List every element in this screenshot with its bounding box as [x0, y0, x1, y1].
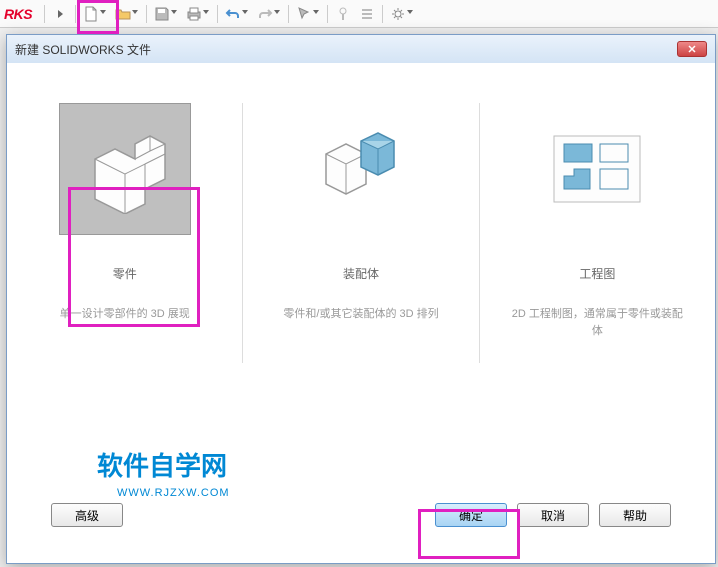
gear-icon — [390, 6, 406, 22]
ok-button[interactable]: 确定 — [435, 503, 507, 527]
options-button[interactable] — [356, 3, 378, 25]
list-icon — [359, 6, 375, 22]
expand-icon[interactable] — [49, 3, 71, 25]
print-button[interactable] — [183, 3, 213, 25]
cursor-icon — [296, 6, 312, 22]
drawing-icon-box[interactable] — [531, 103, 663, 235]
save-button[interactable] — [151, 3, 181, 25]
dialog-content: 零件 单一设计零部件的 3D 展现 装配体 零件和/或其它装配体的 3D 排列 — [7, 63, 715, 563]
separator — [217, 5, 218, 23]
option-title: 零件 — [113, 265, 137, 282]
separator — [242, 103, 243, 363]
option-drawing[interactable]: 工程图 2D 工程制图，通常属于零件或装配体 — [500, 103, 695, 487]
part-icon-box[interactable] — [59, 103, 191, 235]
undo-button[interactable] — [222, 3, 252, 25]
separator — [75, 5, 76, 23]
option-title: 工程图 — [579, 265, 615, 282]
option-title: 装配体 — [343, 265, 379, 282]
help-button[interactable]: 帮助 — [599, 503, 671, 527]
dropdown-arrow-icon — [132, 10, 139, 17]
assembly-icon-box[interactable] — [295, 103, 427, 235]
dropdown-arrow-icon — [100, 10, 107, 17]
dropdown-arrow-icon — [274, 10, 281, 17]
cancel-button[interactable]: 取消 — [517, 503, 589, 527]
new-file-button[interactable] — [80, 3, 110, 25]
separator — [327, 5, 328, 23]
part-icon — [75, 124, 175, 214]
dialog-titlebar: 新建 SOLIDWORKS 文件 — [7, 35, 715, 63]
close-icon — [687, 44, 697, 54]
new-file-dialog: 新建 SOLIDWORKS 文件 零件 单一设计零部件的 3D 展现 — [6, 34, 716, 564]
dropdown-arrow-icon — [171, 10, 178, 17]
watermark: 软件自学网 — [97, 446, 227, 483]
select-button[interactable] — [293, 3, 323, 25]
close-button[interactable] — [677, 41, 707, 57]
separator — [479, 103, 480, 363]
dropdown-arrow-icon — [203, 10, 210, 17]
option-assembly[interactable]: 装配体 零件和/或其它装配体的 3D 排列 — [263, 103, 458, 487]
watermark-url: WWW.RJZXW.COM — [117, 487, 230, 499]
dropdown-arrow-icon — [242, 10, 249, 17]
template-options: 零件 单一设计零部件的 3D 展现 装配体 零件和/或其它装配体的 3D 排列 — [27, 103, 695, 487]
option-part[interactable]: 零件 单一设计零部件的 3D 展现 — [27, 103, 222, 487]
open-folder-icon — [115, 6, 131, 22]
option-desc: 零件和/或其它装配体的 3D 排列 — [283, 306, 438, 323]
rebuild-icon — [335, 6, 351, 22]
dialog-title: 新建 SOLIDWORKS 文件 — [15, 41, 151, 58]
option-desc: 单一设计零部件的 3D 展现 — [60, 306, 190, 323]
app-logo: RKS — [4, 6, 32, 22]
undo-icon — [225, 6, 241, 22]
separator — [288, 5, 289, 23]
main-toolbar: RKS — [0, 0, 718, 28]
drawing-icon — [552, 134, 642, 204]
new-file-icon — [83, 6, 99, 22]
print-icon — [186, 6, 202, 22]
redo-icon — [257, 6, 273, 22]
dropdown-arrow-icon — [407, 10, 414, 17]
separator — [146, 5, 147, 23]
assembly-icon — [316, 129, 406, 209]
open-file-button[interactable] — [112, 3, 142, 25]
separator — [44, 5, 45, 23]
separator — [382, 5, 383, 23]
save-icon — [154, 6, 170, 22]
advanced-button[interactable]: 高级 — [51, 503, 123, 527]
settings-button[interactable] — [387, 3, 417, 25]
dropdown-arrow-icon — [313, 10, 320, 17]
redo-button[interactable] — [254, 3, 284, 25]
option-desc: 2D 工程制图，通常属于零件或装配体 — [510, 306, 685, 339]
rebuild-button[interactable] — [332, 3, 354, 25]
